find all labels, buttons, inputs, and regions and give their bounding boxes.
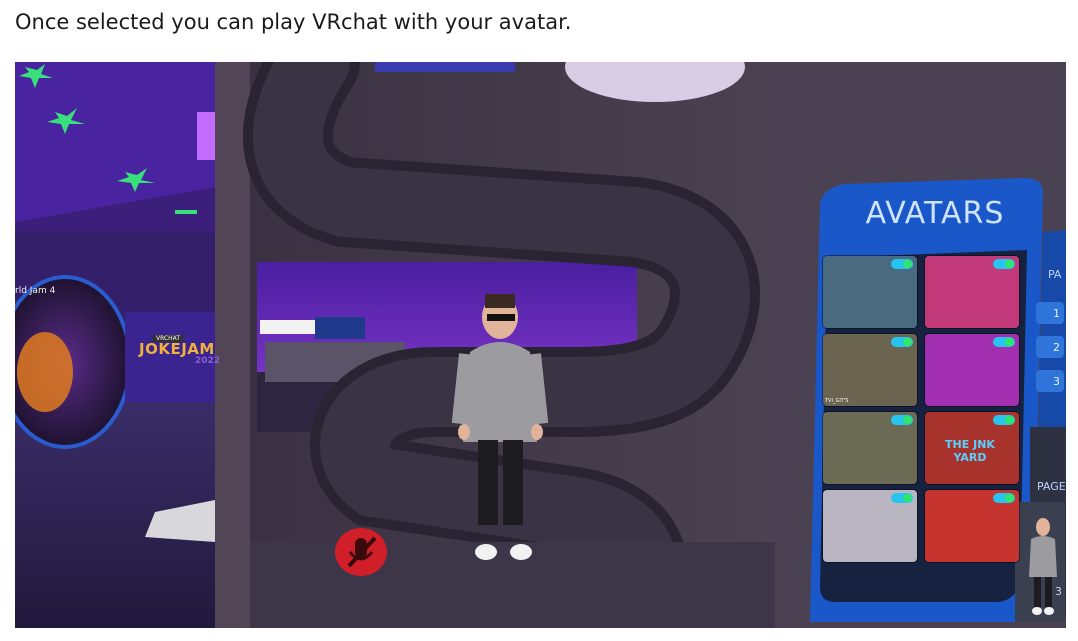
avatar-tile-4[interactable] <box>925 334 1019 406</box>
page-button-3[interactable]: 3 <box>1036 370 1064 392</box>
joke-jam-year: 2022 <box>195 356 221 366</box>
vr-scene-view[interactable]: rld Jam 4 VRCHAT JOKEJAM 2022 AVATARS TV… <box>15 62 1066 628</box>
muted-microphone-icon[interactable] <box>335 528 387 576</box>
world-sign-text: rld Jam 4 <box>15 286 56 296</box>
status-badge <box>993 259 1015 269</box>
avatar-grid: TVI_GIT'S THE JNK YARD <box>823 256 1023 562</box>
avatars-panel-title: AVATARS <box>865 196 1005 231</box>
avatar-tile-3[interactable]: TVI_GIT'S <box>823 334 917 406</box>
avatar-tile-1[interactable] <box>823 256 917 328</box>
avatar-tile-5[interactable] <box>823 412 917 484</box>
status-badge <box>891 259 913 269</box>
page-button-2[interactable]: 2 <box>1036 336 1064 358</box>
avatar-tile-2[interactable] <box>925 256 1019 328</box>
avatar-tile-8[interactable] <box>925 490 1019 562</box>
muted-microphone-glyph <box>347 536 377 568</box>
page-button-1[interactable]: 1 <box>1036 302 1064 324</box>
avatar-preview-figure <box>1029 518 1057 615</box>
side-tab-top-label: PA <box>1048 268 1062 281</box>
preview-number: 3 <box>1055 585 1062 598</box>
tile-caption-6: THE JNK YARD <box>945 438 995 464</box>
status-badge <box>993 415 1015 425</box>
tile-caption-3: TVI_GIT'S <box>825 398 849 404</box>
caption-text: Once selected you can play VRchat with y… <box>15 10 572 34</box>
avatar-preview: 3 <box>1015 507 1066 622</box>
status-badge <box>993 493 1015 503</box>
side-tab-page-label: PAGE <box>1037 480 1066 493</box>
status-badge <box>891 337 913 347</box>
status-badge <box>891 415 913 425</box>
status-badge <box>891 493 913 503</box>
avatar-tile-7[interactable] <box>823 490 917 562</box>
status-badge <box>993 337 1015 347</box>
avatar-tile-6[interactable]: THE JNK YARD <box>925 412 1019 484</box>
